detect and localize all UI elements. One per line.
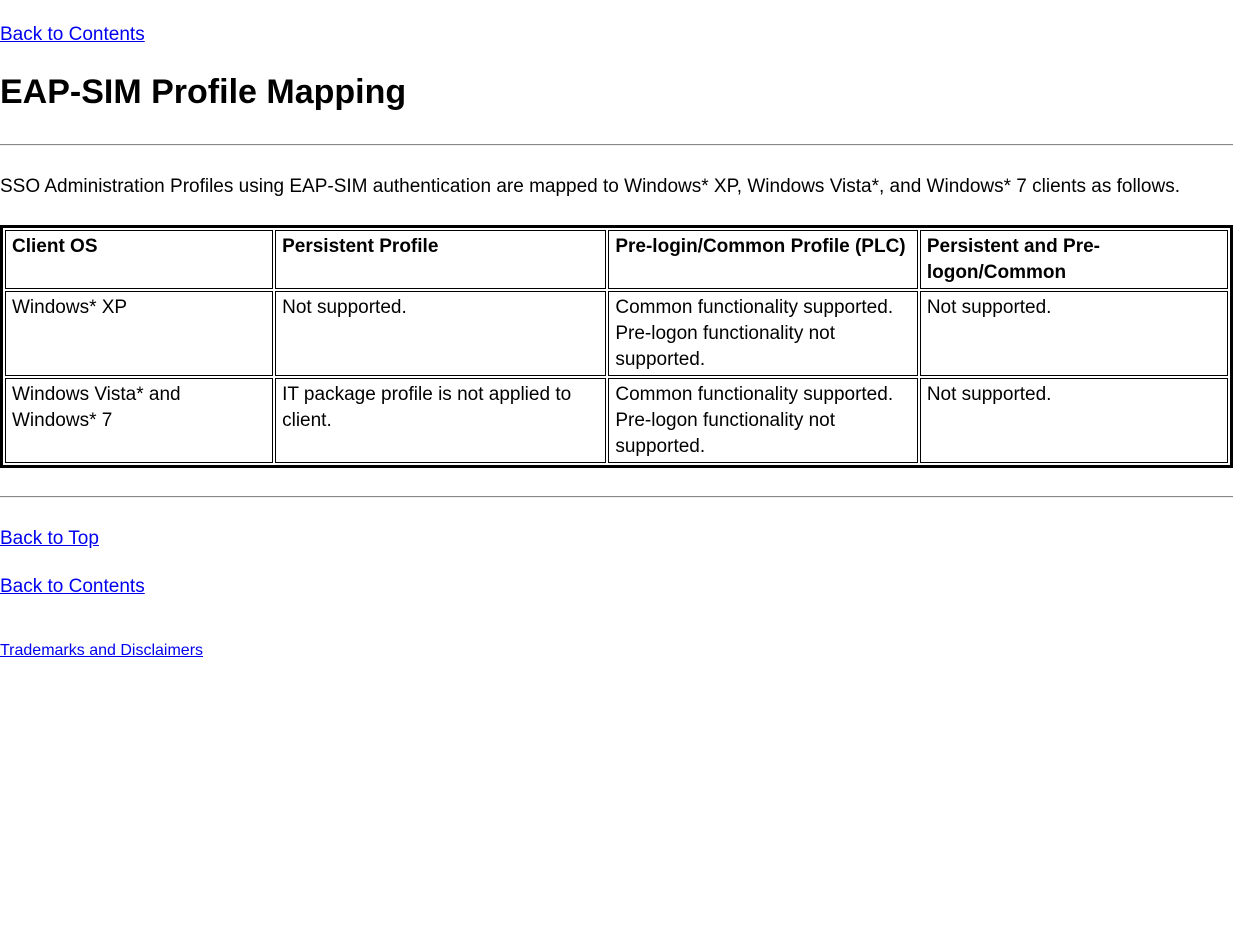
intro-paragraph: SSO Administration Profiles using EAP-SI…	[0, 174, 1233, 200]
table-row: Windows Vista* and Windows* 7 IT package…	[5, 378, 1228, 463]
divider-top	[0, 144, 1233, 146]
col-header-persistent-profile: Persistent Profile	[275, 230, 606, 289]
cell-prelogin-common: Common functionality supported. Pre-logo…	[608, 291, 917, 376]
cell-client-os: Windows Vista* and Windows* 7	[5, 378, 273, 463]
cell-text-line: Pre-logon functionality not supported.	[615, 323, 835, 370]
back-to-contents-link-top[interactable]: Back to Contents	[0, 24, 145, 45]
cell-client-os: Windows* XP	[5, 291, 273, 376]
page-title: EAP-SIM Profile Mapping	[0, 70, 1233, 116]
table-row: Windows* XP Not supported. Common functi…	[5, 291, 1228, 376]
back-to-contents-link-bottom[interactable]: Back to Contents	[0, 576, 145, 597]
cell-persistent-prelogon: Not supported.	[920, 291, 1228, 376]
mapping-table: Client OS Persistent Profile Pre-login/C…	[0, 225, 1233, 468]
col-header-persistent-prelogon: Persistent and Pre-logon/Common	[920, 230, 1228, 289]
cell-persistent-profile: IT package profile is not applied to cli…	[275, 378, 606, 463]
cell-text-line: Pre-logon functionality not supported.	[615, 410, 835, 457]
cell-prelogin-common: Common functionality supported. Pre-logo…	[608, 378, 917, 463]
divider-bottom	[0, 496, 1233, 498]
cell-text-line: Common functionality supported.	[615, 297, 893, 318]
cell-text-line: Common functionality supported.	[615, 384, 893, 405]
trademarks-link[interactable]: Trademarks and Disclaimers	[0, 640, 203, 662]
table-header-row: Client OS Persistent Profile Pre-login/C…	[5, 230, 1228, 289]
cell-persistent-profile: Not supported.	[275, 291, 606, 376]
col-header-client-os: Client OS	[5, 230, 273, 289]
back-to-top-link[interactable]: Back to Top	[0, 528, 99, 549]
col-header-prelogin-common: Pre-login/Common Profile (PLC)	[608, 230, 917, 289]
cell-persistent-prelogon: Not supported.	[920, 378, 1228, 463]
